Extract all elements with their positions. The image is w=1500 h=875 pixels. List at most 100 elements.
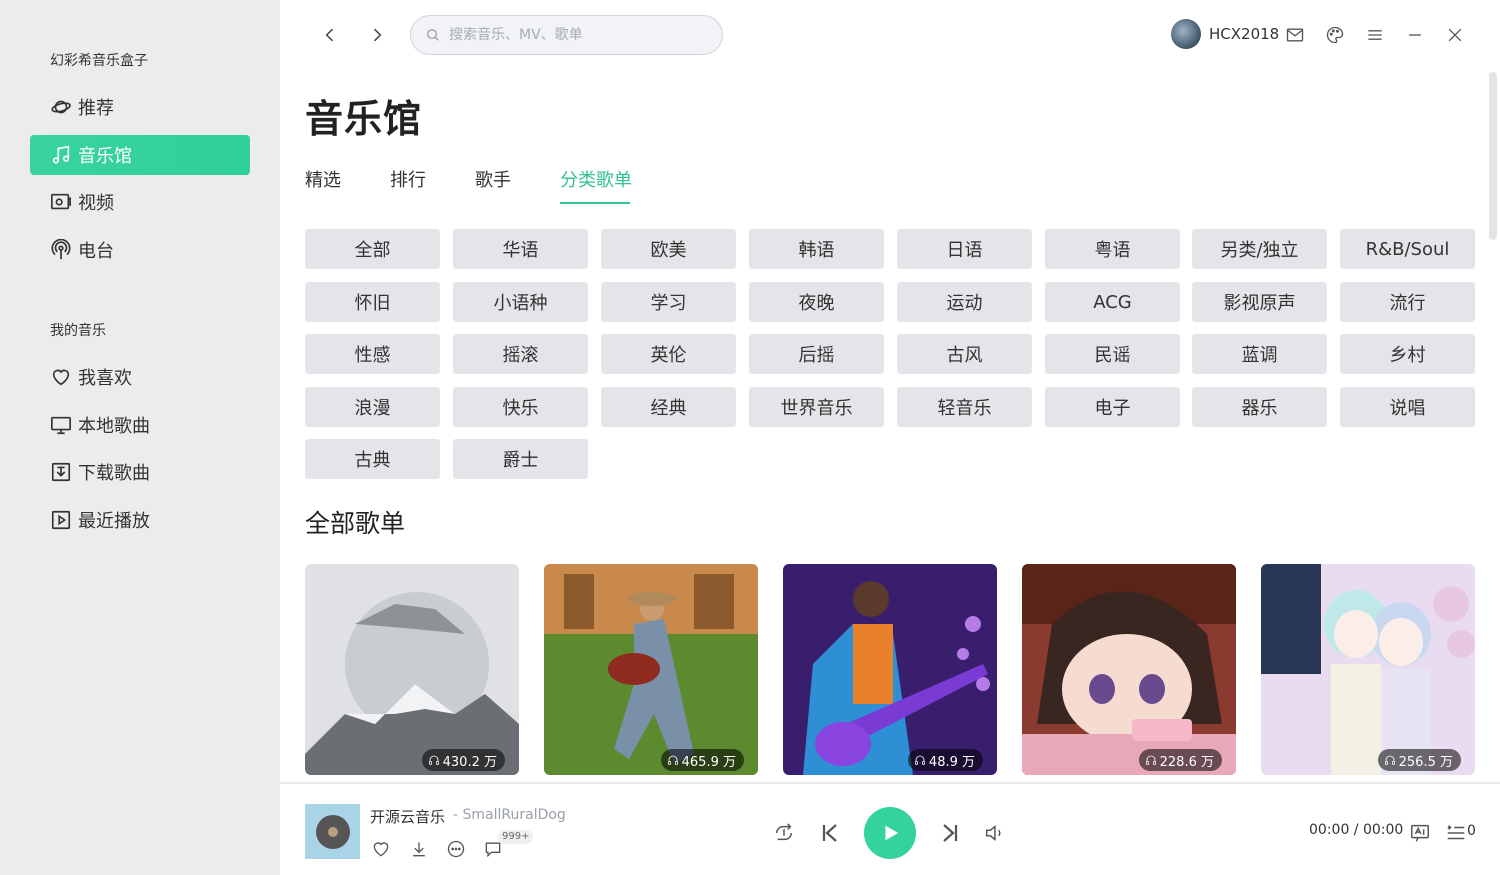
category-chip[interactable]: 世界音乐: [749, 387, 884, 427]
category-chip[interactable]: 欧美: [601, 229, 736, 269]
song-artist[interactable]: - SmallRuralDog: [453, 807, 566, 823]
sidebar-item-recommend[interactable]: 推荐: [30, 87, 250, 127]
category-chip[interactable]: 日语: [897, 229, 1032, 269]
tab-featured[interactable]: 精选: [305, 166, 341, 192]
play-count-badge: 256.5 万: [1377, 749, 1461, 771]
tab-categories[interactable]: 分类歌单: [560, 166, 632, 192]
album-cover[interactable]: [305, 804, 360, 859]
more-icon[interactable]: [445, 838, 467, 860]
category-chip[interactable]: 英伦: [601, 334, 736, 374]
lyrics-icon[interactable]: [1408, 821, 1432, 845]
scrollbar-thumb[interactable]: [1489, 72, 1497, 240]
category-chip[interactable]: 影视原声: [1192, 282, 1327, 322]
search-icon: [427, 29, 439, 41]
tab-singers[interactable]: 歌手: [475, 166, 511, 192]
mail-icon[interactable]: [1283, 23, 1307, 47]
sidebar-item-label: 音乐馆: [78, 146, 132, 167]
search-input[interactable]: [449, 27, 699, 43]
section-title: 全部歌单: [305, 509, 406, 538]
user-profile[interactable]: HCX2018: [1171, 19, 1279, 49]
menu-icon[interactable]: [1363, 23, 1387, 47]
headphones-icon: [1384, 755, 1395, 765]
volume-icon[interactable]: [982, 821, 1006, 845]
category-chip[interactable]: 说唱: [1340, 387, 1475, 427]
playlist-card[interactable]: 430.2 万: [305, 564, 519, 775]
category-chip[interactable]: 粤语: [1045, 229, 1180, 269]
playlist-card[interactable]: 465.9 万: [544, 564, 758, 775]
category-chip[interactable]: ACG: [1045, 282, 1180, 322]
sidebar-item-music-hall[interactable]: 音乐馆: [30, 135, 250, 175]
playlist-card[interactable]: 228.6 万: [1022, 564, 1236, 775]
forward-button[interactable]: [364, 22, 390, 48]
category-chip[interactable]: 蓝调: [1192, 334, 1327, 374]
category-chip[interactable]: 爵士: [453, 439, 588, 479]
category-chip[interactable]: 古典: [305, 439, 440, 479]
category-chip[interactable]: 古风: [897, 334, 1032, 374]
category-chip[interactable]: 器乐: [1192, 387, 1327, 427]
heart-icon: [50, 366, 72, 388]
category-chip[interactable]: 快乐: [453, 387, 588, 427]
category-chip[interactable]: 学习: [601, 282, 736, 322]
category-chip[interactable]: 小语种: [453, 282, 588, 322]
sidebar-item-favorites[interactable]: 我喜欢: [30, 357, 250, 397]
category-chip[interactable]: 轻音乐: [897, 387, 1032, 427]
category-chip[interactable]: 民谣: [1045, 334, 1180, 374]
avatar[interactable]: [1171, 19, 1201, 49]
category-chip[interactable]: 后摇: [749, 334, 884, 374]
sidebar-item-label: 电台: [78, 241, 114, 262]
next-track-icon[interactable]: [937, 820, 963, 846]
category-chip[interactable]: 经典: [601, 387, 736, 427]
sidebar-item-label: 推荐: [78, 98, 114, 119]
category-chip[interactable]: 华语: [453, 229, 588, 269]
sidebar-item-label: 下载歌曲: [78, 463, 150, 484]
play-button[interactable]: [864, 807, 916, 859]
player-bar: 开源云音乐 - SmallRuralDog 999+ 00:00 / 00:00…: [280, 782, 1500, 875]
category-chip[interactable]: 怀旧: [305, 282, 440, 322]
sidebar-item-video[interactable]: 视频: [30, 182, 250, 222]
back-button[interactable]: [317, 22, 343, 48]
category-chip[interactable]: 浪漫: [305, 387, 440, 427]
category-chip[interactable]: 电子: [1045, 387, 1180, 427]
sidebar-item-label: 我喜欢: [78, 368, 132, 389]
sidebar-item-radio[interactable]: 电台: [30, 230, 250, 270]
sidebar-item-downloads[interactable]: 下载歌曲: [30, 452, 250, 492]
previous-track-icon[interactable]: [817, 820, 843, 846]
category-chip[interactable]: 运动: [897, 282, 1032, 322]
category-chip[interactable]: 摇滚: [453, 334, 588, 374]
headphones-icon: [667, 755, 678, 765]
sidebar-item-local[interactable]: 本地歌曲: [30, 405, 250, 445]
play-square-icon: [50, 509, 72, 531]
search-box[interactable]: [410, 15, 723, 55]
playlist-cover-image: [783, 564, 997, 775]
download-icon[interactable]: [408, 838, 430, 860]
playlist-card[interactable]: 48.9 万: [783, 564, 997, 775]
category-chip[interactable]: R&B/Soul: [1340, 229, 1475, 269]
minimize-icon[interactable]: [1403, 23, 1427, 47]
play-count-badge: 430.2 万: [421, 749, 505, 771]
sidebar-item-label: 本地歌曲: [78, 416, 150, 437]
playlist-queue-icon[interactable]: [1444, 821, 1468, 845]
category-chip[interactable]: 流行: [1340, 282, 1475, 322]
category-chip[interactable]: 韩语: [749, 229, 884, 269]
page-title: 音乐馆: [305, 97, 423, 141]
headphones-icon: [915, 755, 925, 765]
close-icon[interactable]: [1443, 23, 1467, 47]
headphones-icon: [1145, 755, 1156, 765]
download-icon: [50, 461, 72, 483]
category-chip[interactable]: 另类/独立: [1192, 229, 1327, 269]
category-chip[interactable]: 全部: [305, 229, 440, 269]
category-chip[interactable]: 夜晚: [749, 282, 884, 322]
tab-ranking[interactable]: 排行: [390, 166, 426, 192]
play-count: 430.2 万: [442, 754, 497, 770]
heart-icon[interactable]: [370, 838, 392, 860]
playlist-card[interactable]: 256.5 万: [1261, 564, 1475, 775]
palette-icon[interactable]: [1323, 23, 1347, 47]
my-music-title: 我的音乐: [50, 323, 106, 339]
category-chip[interactable]: 性感: [305, 334, 440, 374]
chevron-right-icon: [373, 28, 382, 42]
category-chip[interactable]: 乡村: [1340, 334, 1475, 374]
username[interactable]: HCX2018: [1209, 25, 1279, 43]
repeat-one-icon[interactable]: [772, 821, 796, 845]
sidebar-item-recent[interactable]: 最近播放: [30, 500, 250, 540]
chevron-left-icon: [325, 28, 334, 42]
